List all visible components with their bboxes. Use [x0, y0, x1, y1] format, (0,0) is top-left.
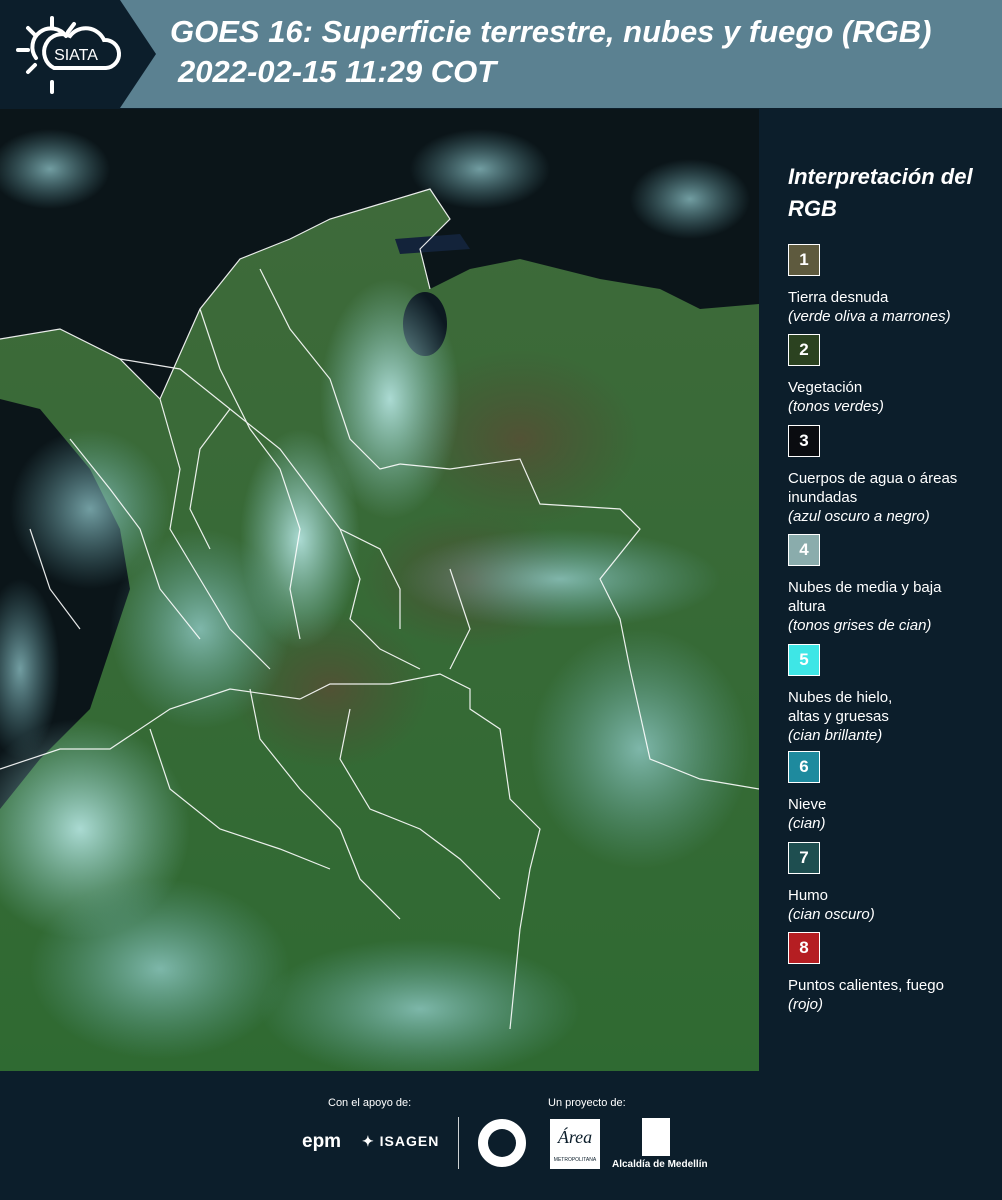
epm-logo: epm: [302, 1131, 342, 1152]
legend-label: Nieve: [788, 796, 827, 813]
legend-label: Nubes de media y baja altura: [788, 579, 942, 615]
legend-swatch: 2: [788, 334, 820, 366]
timestamp: 2022-02-15 11:29 COT: [178, 54, 497, 89]
sun-cloud-icon: SIATA: [16, 16, 122, 94]
legend-item-8: 8 Puntos calientes, fuego (rojo): [788, 932, 998, 1014]
header-bar: SIATA GOES 16: Superficie terrestre, nub…: [0, 0, 1002, 108]
legend-swatch: 1: [788, 244, 820, 276]
legend-item-5: 5 Nubes de hielo, altas y gruesas (cian …: [788, 644, 998, 745]
legend-label: Humo: [788, 887, 829, 904]
area-metropolitana-sub: METROPOLITANA: [553, 1157, 597, 1163]
legend-sub: (cian brillante): [788, 727, 883, 744]
legend-item-7: 7 Humo (cian oscuro): [788, 842, 998, 924]
legend-label: Puntos calientes, fuego: [788, 977, 944, 994]
legend-sub: (azul oscuro a negro): [788, 508, 930, 525]
footer-divider: [458, 1117, 459, 1169]
legend-label: Cuerpos de agua o áreas inundadas: [788, 470, 958, 506]
legend-swatch: 7: [788, 842, 820, 874]
footer: Con el apoyo de: Un proyecto de: epm ✦ I…: [0, 1071, 1002, 1200]
satellite-map[interactable]: [0, 109, 759, 1071]
legend-label: Tierra desnuda: [788, 289, 889, 306]
page-title: GOES 16: Superficie terrestre, nubes y f…: [170, 14, 932, 49]
legend-item-3: 3 Cuerpos de agua o áreas inundadas (azu…: [788, 425, 998, 526]
legend-sub: (tonos grises de cian): [788, 617, 932, 634]
legend-item-1: 1 Tierra desnuda (verde oliva a marrones…: [788, 244, 998, 326]
legend-swatch: 4: [788, 534, 820, 566]
seal-center: [488, 1129, 516, 1157]
legend-sub: (verde oliva a marrones): [788, 308, 951, 325]
alcaldia-logo-text: Alcaldía de Medellín: [612, 1159, 708, 1170]
legend-label: Vegetación: [788, 379, 863, 396]
legend-item-2: 2 Vegetación (tonos verdes): [788, 334, 998, 416]
alcaldia-shield-icon: [642, 1118, 670, 1156]
legend-swatch: 5: [788, 644, 820, 676]
project-label: Un proyecto de:: [548, 1097, 626, 1109]
legend-swatch: 3: [788, 425, 820, 457]
legend-panel: Interpretación del RGB 1 Tierra desnuda …: [760, 109, 1002, 1071]
svg-text:SIATA: SIATA: [54, 47, 98, 64]
siata-logo: SIATA: [0, 0, 156, 108]
legend-title: Interpretación del RGB: [788, 164, 973, 221]
satellite-image: [0, 109, 759, 1071]
legend-sub: (cian): [788, 815, 826, 832]
legend-swatch: 8: [788, 932, 820, 964]
legend-item-4: 4 Nubes de media y baja altura (tonos gr…: [788, 534, 998, 635]
isagen-text: ISAGEN: [379, 1133, 440, 1149]
university-seal-icon: [478, 1119, 526, 1167]
support-label: Con el apoyo de:: [328, 1097, 412, 1109]
isagen-logo: ✦ ISAGEN: [362, 1133, 440, 1149]
legend-sub: (tonos verdes): [788, 398, 884, 415]
legend-item-6: 6 Nieve (cian): [788, 751, 998, 833]
legend-sub: (rojo): [788, 996, 824, 1013]
legend-sub: (cian oscuro): [788, 906, 875, 923]
legend-label: Nubes de hielo, altas y gruesas: [788, 689, 893, 725]
legend-swatch: 6: [788, 751, 820, 783]
